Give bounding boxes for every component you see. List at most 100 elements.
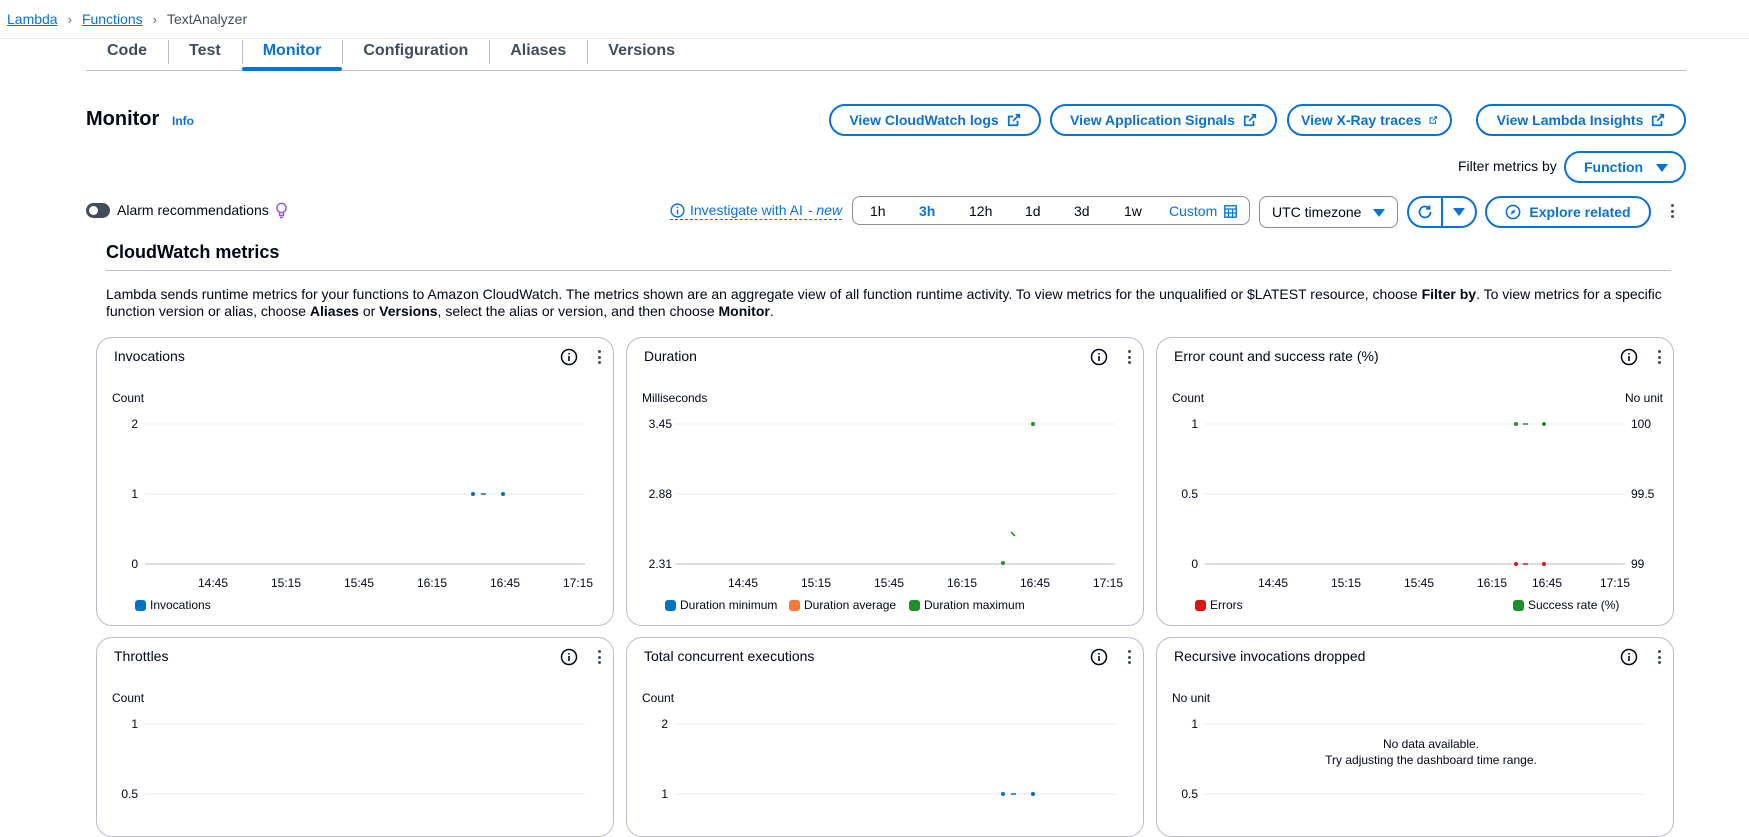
x-tick-label: 14:45 <box>728 576 758 588</box>
y-tick-label: 1 <box>1191 717 1198 731</box>
x-tick-label: 17:15 <box>563 576 593 588</box>
caret-down-icon <box>1373 209 1385 217</box>
explore-related-button[interactable]: Explore related <box>1485 196 1651 228</box>
caret-down-icon <box>1656 164 1668 172</box>
legend-item[interactable]: Duration maximum <box>909 598 1025 612</box>
x-tick-label: 16:15 <box>947 576 977 588</box>
refresh-button[interactable] <box>1409 198 1441 226</box>
breadcrumb-current: TextAnalyzer <box>166 11 248 27</box>
legend-item[interactable]: Duration average <box>789 598 896 612</box>
data-point[interactable] <box>471 492 475 496</box>
tab-configuration[interactable]: Configuration <box>342 36 489 70</box>
x-tick-label: 16:15 <box>1477 576 1507 588</box>
data-point[interactable] <box>1514 562 1518 566</box>
compass-icon <box>1506 204 1521 220</box>
y-tick-label: 1 <box>1191 417 1198 431</box>
y-tick-label: 1 <box>131 487 138 501</box>
tab-monitor[interactable]: Monitor <box>241 36 343 71</box>
legend-item[interactable]: Duration minimum <box>665 598 777 612</box>
view-application-signals-button[interactable]: View Application Signals <box>1050 104 1277 136</box>
view-cloudwatch-logs-button[interactable]: View CloudWatch logs <box>829 104 1041 136</box>
x-tick-label: 15:45 <box>1404 576 1434 588</box>
x-tick-label: 16:45 <box>1532 576 1562 588</box>
timezone-select[interactable]: UTC timezone <box>1259 196 1398 228</box>
time-range-3d[interactable]: 3d <box>1074 203 1090 219</box>
filter-metrics-label: Filter metrics by <box>1458 158 1557 174</box>
x-tick-label: 16:15 <box>417 576 447 588</box>
tab-test[interactable]: Test <box>168 36 242 70</box>
legend-swatch <box>665 599 676 611</box>
info-circle-icon <box>670 202 685 218</box>
explore-related-label: Explore related <box>1529 204 1631 220</box>
desc-bold-versions: Versions <box>379 303 438 319</box>
legend-item[interactable]: Errors <box>1195 598 1243 612</box>
desc-text: Lambda sends runtime metrics for your fu… <box>106 286 1422 302</box>
alarm-recommendations-toggle[interactable] <box>86 203 110 218</box>
x-tick-label: 16:45 <box>1020 576 1050 588</box>
time-range-3h[interactable]: 3h <box>919 203 935 219</box>
time-range-custom[interactable]: Custom <box>1169 203 1238 219</box>
tab-code[interactable]: Code <box>86 36 168 70</box>
data-point[interactable] <box>1542 562 1546 566</box>
concurrent-executions-chart: 2 1 <box>661 717 1115 801</box>
calendar-icon <box>1224 204 1238 218</box>
alarm-recommendations-label: Alarm recommendations <box>117 202 269 218</box>
time-range-1d[interactable]: 1d <box>1025 203 1041 219</box>
refresh-icon <box>1418 205 1432 219</box>
filter-metrics-select[interactable]: Function <box>1564 151 1686 183</box>
legend-item[interactable]: Invocations <box>135 598 211 612</box>
time-range-custom-label: Custom <box>1169 203 1218 219</box>
refresh-interval-dropdown[interactable] <box>1441 198 1475 226</box>
more-options-icon[interactable] <box>1666 201 1678 221</box>
data-point[interactable] <box>1514 422 1518 426</box>
info-link[interactable]: Info <box>172 114 194 128</box>
time-range-1h[interactable]: 1h <box>870 203 886 219</box>
legend-swatch <box>789 599 800 611</box>
investigate-label: Investigate with AI <box>690 202 803 218</box>
data-point[interactable] <box>1001 792 1005 796</box>
duration-card: Duration Milliseconds 3.45 2.88 2.31 14:… <box>626 337 1144 626</box>
y-tick-label: 2 <box>131 417 138 431</box>
view-lambda-insights-button[interactable]: View Lambda Insights <box>1476 104 1686 136</box>
desc-text: or <box>358 303 380 319</box>
breadcrumb-lambda[interactable]: Lambda <box>7 11 58 27</box>
invocations-card: Invocations Count 2 1 0 14:45 15:15 15:4… <box>96 337 614 626</box>
breadcrumb-separator-icon: › <box>152 11 157 27</box>
y-tick-label: 2.88 <box>649 487 673 501</box>
x-tick-label: 15:15 <box>271 576 301 588</box>
legend-item[interactable]: Success rate (%) <box>1513 598 1619 612</box>
breadcrumb: Lambda › Functions › TextAnalyzer <box>7 9 247 29</box>
investigate-with-ai-link[interactable]: Investigate with AI - new <box>670 202 843 220</box>
cloudwatch-description: Lambda sends runtime metrics for your fu… <box>106 286 1686 320</box>
invocations-chart: 2 1 0 14:45 15:15 15:45 16:15 16:45 17:1… <box>131 417 593 588</box>
data-point[interactable] <box>1031 792 1035 796</box>
tab-aliases[interactable]: Aliases <box>489 36 587 70</box>
section-divider <box>106 270 1671 271</box>
y-tick-label: 2.31 <box>649 557 673 571</box>
external-link-icon <box>1652 113 1665 127</box>
tab-versions[interactable]: Versions <box>587 36 696 70</box>
duration-chart: 3.45 2.88 2.31 14:45 15:15 15:45 16:15 1… <box>649 417 1124 588</box>
y-tick-label: 0 <box>131 557 138 571</box>
legend-label: Invocations <box>150 598 211 612</box>
time-range-12h[interactable]: 12h <box>969 203 992 219</box>
data-point[interactable] <box>501 492 505 496</box>
x-tick-label: 16:45 <box>490 576 520 588</box>
x-tick-label: 14:45 <box>198 576 228 588</box>
x-tick-label: 14:45 <box>1258 576 1288 588</box>
data-point[interactable] <box>1001 561 1005 565</box>
data-point[interactable] <box>1542 422 1546 426</box>
y-tick-label: 0.5 <box>1181 787 1198 801</box>
breadcrumb-functions[interactable]: Functions <box>82 11 143 27</box>
y-tick-label: 3.45 <box>649 417 673 431</box>
no-data-line-2: Try adjusting the dashboard time range. <box>1325 753 1537 767</box>
view-xray-traces-button[interactable]: View X-Ray traces <box>1287 104 1452 136</box>
time-range-1w[interactable]: 1w <box>1124 203 1142 219</box>
desc-bold-filter-by: Filter by <box>1421 286 1477 302</box>
legend-label: Success rate (%) <box>1528 598 1620 612</box>
legend-label: Errors <box>1210 598 1243 612</box>
x-tick-label: 17:15 <box>1093 576 1123 588</box>
x-tick-label: 15:15 <box>1331 576 1361 588</box>
y-tick-label: 0.5 <box>1181 487 1198 501</box>
data-point[interactable] <box>1031 422 1035 426</box>
